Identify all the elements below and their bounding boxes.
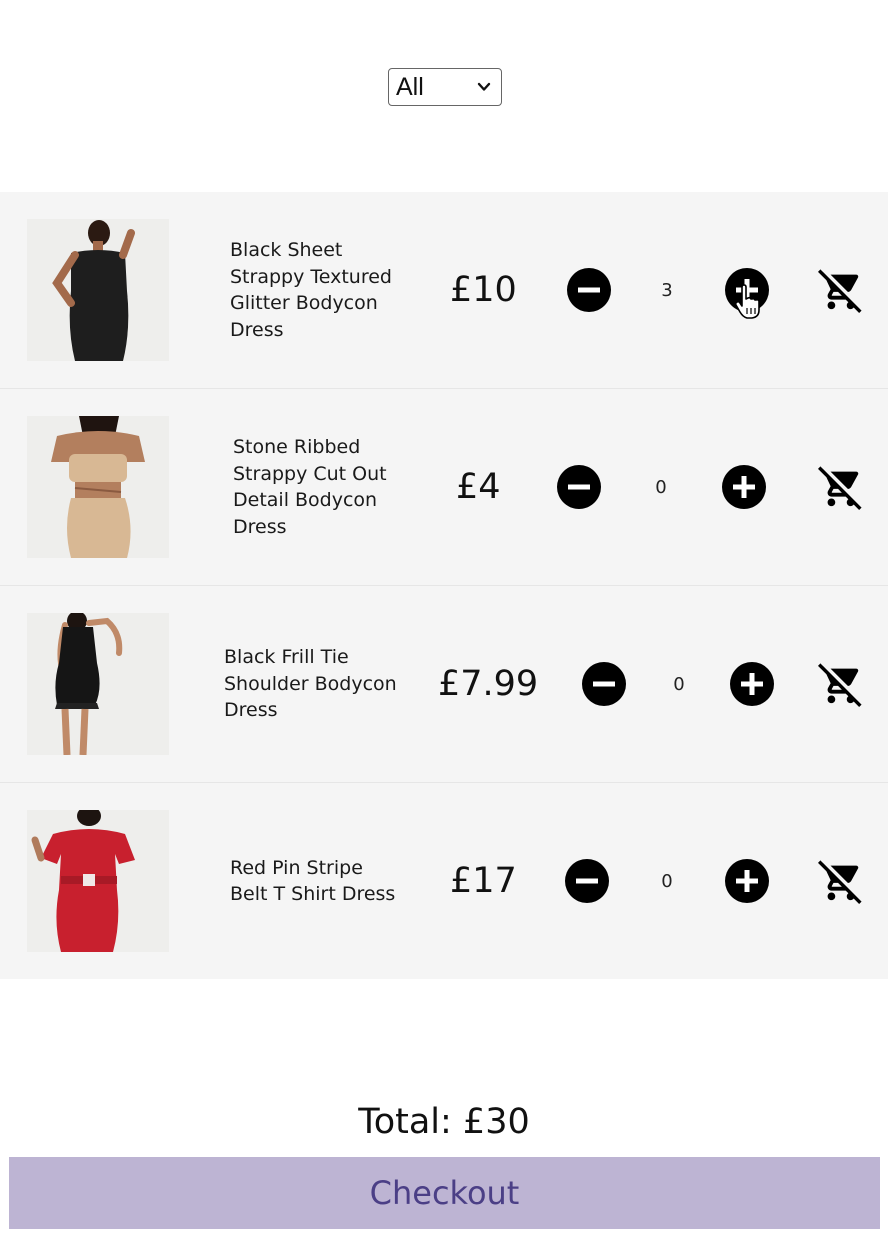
chevron-down-icon xyxy=(477,82,491,91)
decrement-button[interactable] xyxy=(565,859,609,903)
product-row: Stone Ribbed Strappy Cut Out Detail Body… xyxy=(0,389,888,586)
plus-circle-icon xyxy=(736,279,758,301)
decrement-button[interactable] xyxy=(582,662,626,706)
remove-from-cart-button[interactable] xyxy=(818,464,864,510)
category-filter-value: All xyxy=(396,72,424,101)
product-list: Black Sheet Strappy Textured Glitter Bod… xyxy=(0,192,888,979)
plus-circle-icon xyxy=(733,476,755,498)
product-row: Black Sheet Strappy Textured Glitter Bod… xyxy=(0,192,888,389)
product-price: £10 xyxy=(450,270,517,310)
plus-circle-icon xyxy=(736,870,758,892)
product-row: Black Frill Tie Shoulder Bodycon Dress £… xyxy=(0,586,888,783)
increment-button[interactable] xyxy=(730,662,774,706)
increment-button[interactable] xyxy=(725,859,769,903)
quantity-value: 0 xyxy=(655,476,667,498)
product-name: Stone Ribbed Strappy Cut Out Detail Body… xyxy=(233,436,387,538)
product-price: £17 xyxy=(450,861,517,901)
remove-from-cart-button[interactable] xyxy=(818,661,864,707)
remove-shopping-cart-icon xyxy=(818,269,862,313)
remove-shopping-cart-icon xyxy=(818,860,862,904)
plus-circle-icon xyxy=(741,673,763,695)
remove-shopping-cart-icon xyxy=(818,466,862,510)
remove-from-cart-button[interactable] xyxy=(818,858,864,904)
product-price: £4 xyxy=(456,467,501,507)
remove-shopping-cart-icon xyxy=(818,663,862,707)
minus-circle-icon xyxy=(578,287,600,293)
minus-circle-icon xyxy=(593,681,615,687)
product-price: £7.99 xyxy=(438,664,539,704)
remove-from-cart-button[interactable] xyxy=(818,267,864,313)
decrement-button[interactable] xyxy=(567,268,611,312)
product-image xyxy=(27,219,169,361)
minus-circle-icon xyxy=(576,878,598,884)
increment-button[interactable] xyxy=(725,268,769,312)
quantity-value: 0 xyxy=(661,870,673,892)
increment-button[interactable] xyxy=(722,465,766,509)
category-filter-select[interactable]: All xyxy=(388,68,502,106)
product-name: Black Sheet Strappy Textured Glitter Bod… xyxy=(230,239,392,341)
decrement-button[interactable] xyxy=(557,465,601,509)
product-image xyxy=(27,810,169,952)
product-image xyxy=(27,613,169,755)
minus-circle-icon xyxy=(568,484,590,490)
product-row: Red Pin Stripe Belt T Shirt Dress £17 0 xyxy=(0,783,888,979)
product-image xyxy=(27,416,169,558)
cart-total: Total: £30 xyxy=(358,1102,530,1142)
product-name: Red Pin Stripe Belt T Shirt Dress xyxy=(230,856,396,906)
checkout-button[interactable]: Checkout xyxy=(9,1157,880,1229)
shopping-cart-page: All Black Sheet Strappy Textured Glitter… xyxy=(0,0,888,1236)
product-name: Black Frill Tie Shoulder Bodycon Dress xyxy=(224,646,397,722)
quantity-value: 3 xyxy=(661,279,673,301)
quantity-value: 0 xyxy=(673,673,685,695)
